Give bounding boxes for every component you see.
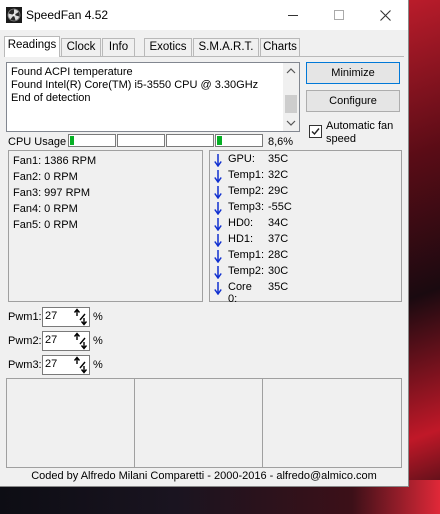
temp-value: 30C [268,265,289,277]
tab-charts[interactable]: Charts [260,38,300,56]
fan-reading: Fan1: 1386 RPM [13,155,97,167]
temp-label: Core 0: [228,281,252,305]
scroll-down-icon[interactable] [286,119,296,127]
temp-value: 34C [268,217,289,229]
minimize-button[interactable]: Minimize [306,62,400,84]
auto-fan-checkbox[interactable] [309,125,322,138]
down-arrow-icon [214,282,222,295]
tab-clock[interactable]: Clock [61,38,101,56]
auto-fan-label[interactable]: Automatic fan speed [326,120,400,146]
pwm3-label: Pwm3: [8,359,42,371]
down-arrow-icon [214,234,222,247]
fan-reading: Fan4: 0 RPM [13,203,78,215]
tab-exotics[interactable]: Exotics [144,38,192,56]
spin-arrows-icon[interactable] [73,308,89,326]
close-window-button[interactable] [362,0,408,30]
speedfan-window: SpeedFan 4.52 Readings Clock Info Exotic… [0,0,409,487]
mini-charts-area [6,378,402,468]
tab-readings[interactable]: Readings [4,36,60,57]
cpu-usage-percent: 8,6% [268,136,294,148]
close-icon [379,9,391,21]
temp-label: Temp2: [228,265,265,277]
chart-divider [134,379,135,467]
minimize-icon [288,15,298,16]
temp-label: GPU: [228,153,255,165]
title-bar[interactable]: SpeedFan 4.52 [0,0,408,30]
down-arrow-icon [214,250,222,263]
temp-value: 35C [268,281,289,293]
fan-reading: Fan2: 0 RPM [13,171,78,183]
down-arrow-icon [214,154,222,167]
temp-value: -55C [268,201,292,213]
temp-label: Temp2: [228,185,265,197]
down-arrow-icon [214,266,222,279]
temp-label: Temp1: [228,249,265,261]
speedfan-app-icon [6,7,22,23]
pwm2-spinner[interactable]: 27 [42,331,90,351]
pwm3-unit: % [93,359,103,371]
pwm2-unit: % [93,335,103,347]
detection-log[interactable]: Found ACPI temperature Found Intel(R) Co… [6,62,300,132]
temp-label: Temp1: [228,169,265,181]
tab-info[interactable]: Info [102,38,135,56]
pwm3-value[interactable]: 27 [45,358,57,370]
spin-arrows-icon[interactable] [73,356,89,374]
chart-divider [262,379,263,467]
log-line: Found Intel(R) Core(TM) i5-3550 CPU @ 3.… [11,79,259,91]
down-arrow-icon [214,218,222,231]
cpu-core-bar [68,134,116,147]
scroll-thumb[interactable] [285,95,297,113]
checkmark-icon [311,128,320,136]
pwm2-label: Pwm2: [8,335,42,347]
temp-value: 29C [268,185,289,197]
cpu-usage-label: CPU Usage [8,136,67,148]
fan-reading: Fan3: 997 RPM [13,187,91,199]
temp-value: 35C [268,153,289,165]
temp-value: 37C [268,233,289,245]
fans-panel: Fan1: 1386 RPM Fan2: 0 RPM Fan3: 997 RPM… [8,150,203,302]
fan-reading: Fan5: 0 RPM [13,219,78,231]
down-arrow-icon [214,186,222,199]
pwm2-value[interactable]: 27 [45,334,57,346]
pwm1-spinner[interactable]: 27 [42,307,90,327]
maximize-window-button[interactable] [316,0,362,30]
pwm1-value[interactable]: 27 [45,310,57,322]
spin-arrows-icon[interactable] [73,332,89,350]
tab-smart[interactable]: S.M.A.R.T. [193,38,259,56]
cpu-core-fill [217,136,222,145]
log-line: Found ACPI temperature [11,66,133,78]
temp-value: 32C [268,169,289,181]
temp-label: HD1: [228,233,254,245]
temp-label: HD0: [228,217,254,229]
pwm1-unit: % [93,311,103,323]
down-arrow-icon [214,170,222,183]
temp-value: 28C [268,249,289,261]
cpu-core-fill [70,136,74,145]
window-title: SpeedFan 4.52 [26,8,109,22]
temperatures-panel: GPU: 35C Temp1: 32C Temp2: 29C Temp3: -55C H… [209,150,402,305]
pwm3-spinner[interactable]: 27 [42,355,90,375]
cpu-core-bar [215,134,263,147]
maximize-icon [334,10,344,20]
pwm1-label: Pwm1: [8,311,42,323]
cpu-core-bar [117,134,165,147]
configure-button[interactable]: Configure [306,90,400,112]
log-line: End of detection [11,92,91,104]
minimize-window-button[interactable] [270,0,316,30]
scroll-up-icon[interactable] [286,67,296,75]
log-scrollbar[interactable] [283,63,299,131]
cpu-core-bar [166,134,214,147]
down-arrow-icon [214,202,222,215]
status-bar: Coded by Alfredo Milani Comparetti - 200… [31,470,377,482]
temp-label: Temp3: [228,201,265,213]
